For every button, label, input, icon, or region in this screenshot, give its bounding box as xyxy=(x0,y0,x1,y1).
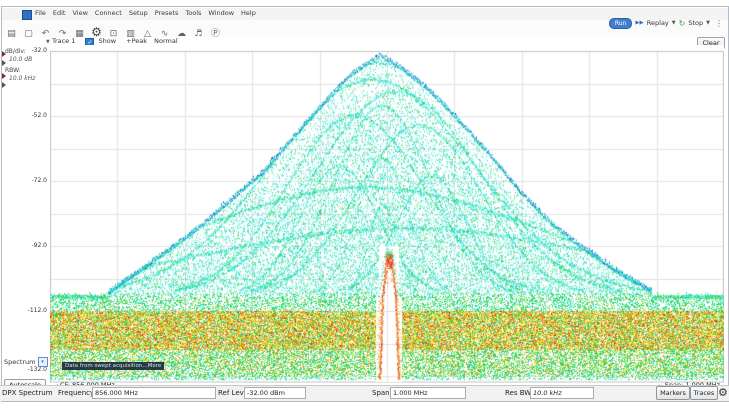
res-bw-label: Res BW xyxy=(505,389,531,397)
marker-arrow-icon xyxy=(2,73,6,79)
y-tick-label: -72.0 xyxy=(31,177,47,184)
run-button[interactable]: Run xyxy=(609,18,633,29)
y-tick-label: -132.0 xyxy=(28,366,47,373)
y-tick-label: -32.0 xyxy=(31,47,47,54)
menu-view[interactable]: View xyxy=(72,9,87,17)
marker-arrow-icon xyxy=(2,60,6,66)
stop-dropdown-icon[interactable]: ▼ xyxy=(706,20,710,26)
replay-button[interactable]: Replay xyxy=(647,19,669,27)
menu-window[interactable]: Window xyxy=(208,9,234,17)
y-tick-label: -92.0 xyxy=(31,242,47,249)
app-window: FileEditViewConnectSetupPresetsToolsWind… xyxy=(1,6,729,402)
traces-button[interactable]: Traces xyxy=(690,386,718,400)
frequency-label: Frequency xyxy=(58,389,94,397)
menu-connect[interactable]: Connect xyxy=(95,9,122,17)
menu-setup[interactable]: Setup xyxy=(129,9,148,17)
menu-presets[interactable]: Presets xyxy=(155,9,179,17)
detection-selector[interactable]: +Peak xyxy=(126,37,147,45)
display-name: DPX Spectrum xyxy=(2,389,53,397)
span-field-label: Span xyxy=(372,389,390,397)
marker-arrow-icon xyxy=(2,82,6,88)
replay-dropdown-icon[interactable]: ▼ xyxy=(672,20,676,26)
ref-level-label: Ref Lev xyxy=(218,389,244,397)
trace-function-selector[interactable]: Normal xyxy=(154,37,178,45)
spectrum-display-canvas[interactable] xyxy=(50,45,724,383)
display-selector-label: Spectrum xyxy=(4,358,36,366)
y-axis-labels: -32.0 -52.0 -72.0 -92.0 -112.0 -132.0 xyxy=(22,7,47,387)
menu-tools[interactable]: Tools xyxy=(185,9,201,17)
acquisition-status-message[interactable]: Data from swept acquisition...More xyxy=(62,362,164,370)
menu-bar-items: FileEditViewConnectSetupPresetsToolsWind… xyxy=(35,9,263,17)
acquisition-controls: Run ▶▶ Replay ▼ ↻ Stop ▼ ⋮ xyxy=(609,17,723,29)
more-options-icon[interactable]: ⋮ xyxy=(715,19,723,28)
stop-button[interactable]: Stop xyxy=(688,19,703,27)
marker-arrow-icon xyxy=(2,51,6,57)
markers-button[interactable]: Markers xyxy=(656,386,690,400)
y-tick-label: -52.0 xyxy=(31,112,47,119)
frequency-field[interactable] xyxy=(92,387,216,399)
trace-selector[interactable]: Trace 1 xyxy=(52,37,75,45)
stop-restart-icon: ↻ xyxy=(679,19,686,28)
ref-level-field[interactable] xyxy=(244,387,306,399)
signalvu-window: FileEditViewConnectSetupPresetsToolsWind… xyxy=(0,0,729,411)
res-bw-field[interactable] xyxy=(530,387,594,399)
display-selector[interactable]: Spectrum ▾ xyxy=(4,357,48,367)
menu-edit[interactable]: Edit xyxy=(53,9,66,17)
span-field[interactable] xyxy=(390,387,466,399)
settings-gear-icon[interactable]: ⚙ xyxy=(718,386,728,399)
show-label: Show xyxy=(99,37,117,45)
menu-help[interactable]: Help xyxy=(241,9,256,17)
settings-status-bar: DPX Spectrum Frequency Ref Lev Span Res … xyxy=(0,385,729,401)
replay-icon: ▶▶ xyxy=(635,20,643,26)
y-tick-label: -112.0 xyxy=(28,307,47,314)
display-dropdown-icon[interactable]: ▾ xyxy=(38,357,48,367)
